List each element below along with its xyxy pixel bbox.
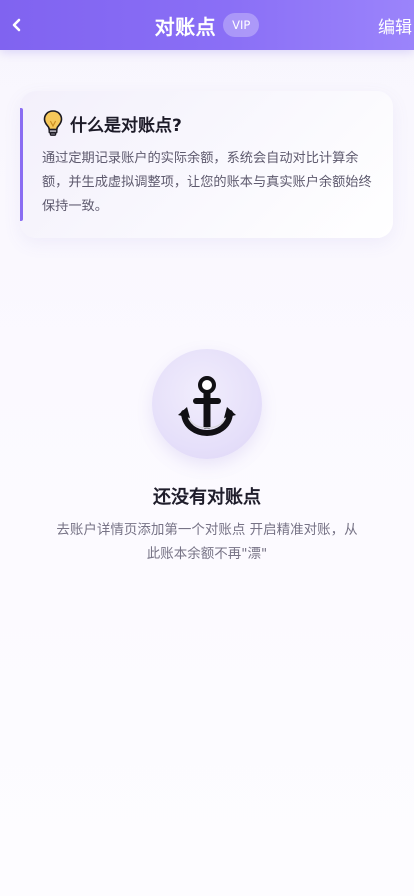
back-button[interactable]: [4, 8, 30, 42]
vip-badge: VIP: [223, 13, 260, 37]
empty-state-description: 去账户详情页添加第一个对账点 开启精准对账，从此账本余额不再"漂": [56, 522, 358, 562]
chevron-left-icon: [12, 18, 21, 32]
page-title: 对账点: [154, 14, 217, 39]
anchor-icon: [178, 376, 236, 437]
empty-state-illustration: [152, 349, 262, 459]
empty-state-title: 还没有对账点: [153, 487, 261, 508]
info-card-header: 什么是对账点?: [42, 109, 182, 137]
info-card: 什么是对账点? 通过定期记录账户的实际余额，系统会自动对比计算余额，并生成虚拟调…: [20, 91, 393, 238]
info-card-title: 什么是对账点?: [70, 115, 182, 136]
lightbulb-icon: [43, 110, 63, 136]
header-bar: 对账点 VIP 编辑: [0, 0, 414, 50]
info-card-body: 通过定期记录账户的实际余额，系统会自动对比计算余额，并生成虚拟调整项，让您的账本…: [42, 151, 372, 214]
accent-bar: [20, 108, 23, 221]
edit-button[interactable]: 编辑: [378, 13, 412, 38]
